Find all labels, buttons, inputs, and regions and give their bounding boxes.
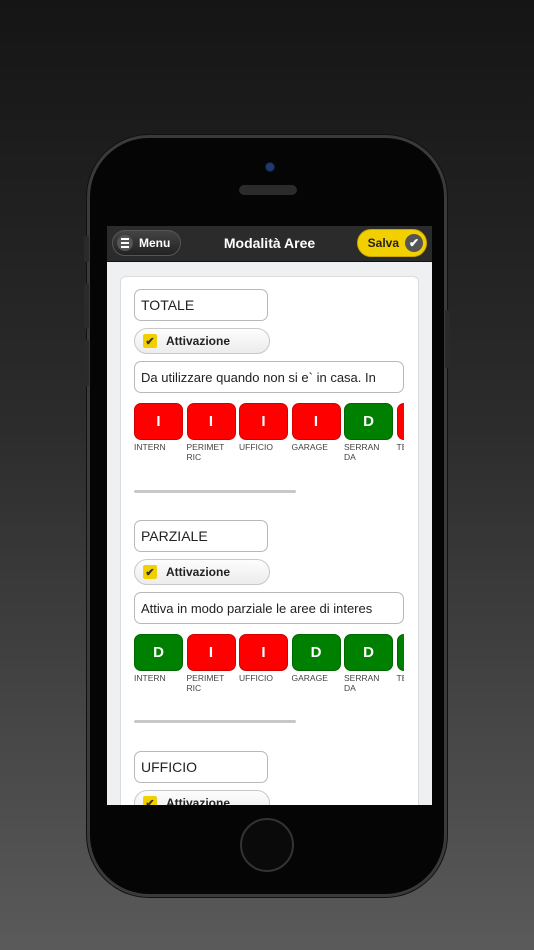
area-toggle-button[interactable]: I bbox=[239, 403, 288, 440]
area-label: UFFICIO bbox=[239, 442, 273, 452]
area-label: PERIMETRIC bbox=[186, 442, 225, 462]
home-button[interactable] bbox=[240, 818, 294, 872]
mode-name-input[interactable]: TOTALE bbox=[134, 289, 268, 321]
area-item: D GARAGE bbox=[291, 634, 341, 684]
area-item: I PERIMETRIC bbox=[186, 634, 236, 693]
area-item: D SERRANDA bbox=[344, 403, 393, 462]
area-toggle-button[interactable]: D bbox=[291, 634, 341, 671]
area-label: PERIMETRIC bbox=[186, 673, 225, 693]
checkbox-checked-icon: ✔ bbox=[143, 334, 157, 348]
area-toggle-button[interactable]: I bbox=[239, 634, 288, 671]
area-buttons-row: I INTERN I PERIMETRIC I UFFICIO I GARAGE D SERRAN… bbox=[134, 403, 404, 467]
area-label: TEIR bbox=[396, 442, 405, 452]
area-label: UFFICIO bbox=[239, 673, 273, 683]
front-camera bbox=[265, 162, 275, 172]
mode-description-input[interactable]: Da utilizzare quando non si e` in casa. … bbox=[134, 361, 404, 393]
area-toggle-button[interactable]: D bbox=[344, 634, 393, 671]
area-toggle-button[interactable]: D bbox=[396, 634, 404, 671]
checkbox-checked-icon: ✔ bbox=[143, 796, 157, 805]
area-item: I GARAGE bbox=[291, 403, 341, 453]
area-label: INTERN bbox=[134, 442, 166, 452]
area-toggle-button[interactable]: I bbox=[396, 403, 404, 440]
earpiece-speaker bbox=[239, 185, 297, 195]
activation-label: Attivazione bbox=[166, 796, 231, 805]
volume-up-button bbox=[84, 283, 89, 329]
activation-toggle[interactable]: ✔ Attivazione bbox=[134, 559, 270, 585]
activation-toggle[interactable]: ✔ Attivazione bbox=[134, 328, 270, 354]
section-divider bbox=[134, 720, 296, 723]
volume-down-button bbox=[84, 340, 89, 386]
area-item: I PERIMETRIC bbox=[186, 403, 236, 462]
mode-card-parziale: PARZIALE ✔ Attivazione Attiva in modo pa… bbox=[134, 520, 406, 698]
checkbox-checked-icon: ✔ bbox=[143, 565, 157, 579]
mode-name-input[interactable]: UFFICIO bbox=[134, 751, 268, 783]
area-item: D INTERN bbox=[134, 634, 183, 684]
area-toggle-button[interactable]: I bbox=[186, 634, 236, 671]
mode-card-ufficio: UFFICIO ✔ Attivazione bbox=[134, 751, 406, 805]
activation-label: Attivazione bbox=[166, 334, 231, 348]
area-buttons-row: D INTERN I PERIMETRIC I UFFICIO D GARAGE D SERRAN… bbox=[134, 634, 404, 698]
mode-description-input[interactable]: Attiva in modo parziale le aree di inter… bbox=[134, 592, 404, 624]
section-divider bbox=[134, 490, 296, 493]
area-label: TEIR bbox=[396, 673, 405, 683]
area-toggle-button[interactable]: I bbox=[186, 403, 236, 440]
area-toggle-button[interactable]: D bbox=[344, 403, 393, 440]
save-button-label: Salva bbox=[367, 236, 399, 250]
app-header: Menu Modalità Aree Salva ✔ bbox=[107, 226, 432, 262]
mode-name-input[interactable]: PARZIALE bbox=[134, 520, 268, 552]
modes-list: TOTALE ✔ Attivazione Da utilizzare quand… bbox=[120, 276, 419, 805]
mute-switch bbox=[84, 236, 89, 262]
area-label: INTERN bbox=[134, 673, 166, 683]
area-item: I INTERN bbox=[134, 403, 183, 453]
area-label: SERRANDA bbox=[344, 673, 380, 693]
area-toggle-button[interactable]: D bbox=[134, 634, 183, 671]
checkmark-icon: ✔ bbox=[405, 234, 423, 252]
area-label: GARAGE bbox=[291, 442, 328, 452]
area-item: I UFFICIO bbox=[239, 634, 288, 684]
area-toggle-button[interactable]: I bbox=[291, 403, 341, 440]
area-label: SERRANDA bbox=[344, 442, 380, 462]
area-label: GARAGE bbox=[291, 673, 328, 683]
app-screen: Menu Modalità Aree Salva ✔ TOTALE ✔ Atti… bbox=[107, 226, 432, 805]
area-item: I TEIR bbox=[396, 403, 405, 453]
activation-label: Attivazione bbox=[166, 565, 231, 579]
area-item: I UFFICIO bbox=[239, 403, 288, 453]
activation-toggle[interactable]: ✔ Attivazione bbox=[134, 790, 270, 805]
area-item: D TEIR bbox=[396, 634, 405, 684]
area-toggle-button[interactable]: I bbox=[134, 403, 183, 440]
save-button[interactable]: Salva ✔ bbox=[356, 229, 427, 257]
mode-card-totale: TOTALE ✔ Attivazione Da utilizzare quand… bbox=[134, 289, 406, 467]
area-item: D SERRANDA bbox=[344, 634, 393, 693]
power-button bbox=[445, 310, 450, 368]
